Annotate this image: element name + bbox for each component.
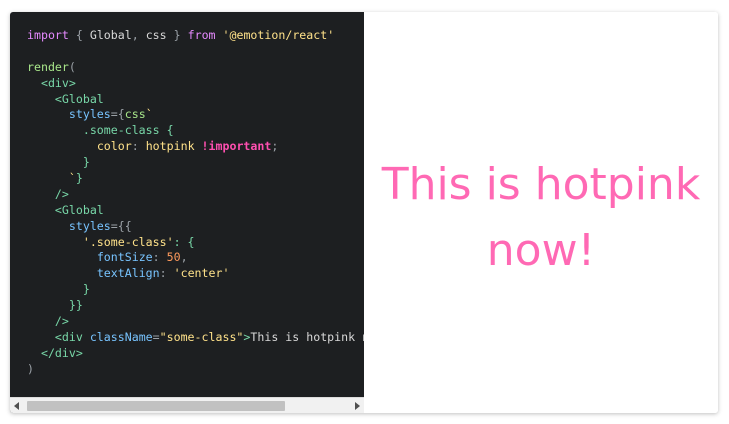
jsx-tag: <Global	[54, 202, 104, 217]
object-key: fontSize	[96, 250, 153, 265]
jsx-tag: />	[54, 314, 69, 329]
code-line-21: </div>	[27, 346, 364, 362]
punctuation: )	[27, 361, 34, 376]
punctuation: (	[68, 59, 76, 74]
code-line-15: fontSize: 50,	[27, 250, 364, 266]
code-line-18: }}	[27, 298, 364, 314]
code-line-17: }	[27, 282, 364, 298]
punctuation: :	[131, 139, 146, 154]
jsx-text: This is hotpink n	[250, 329, 364, 344]
code-line-5: <Global	[27, 92, 364, 108]
code-line-8: color: hotpink !important;	[27, 139, 364, 155]
live-code-example: import { Global, css } from '@emotion/re…	[10, 12, 718, 413]
css-brace: }	[82, 155, 90, 170]
code-line-7: .some-class {	[27, 123, 364, 139]
css-selector: .some-class {	[82, 123, 174, 138]
punctuation: }	[166, 28, 188, 42]
punctuation: =	[152, 329, 160, 344]
punctuation	[216, 28, 223, 42]
css-value: hotpink	[145, 139, 195, 154]
code-line-16: textAlign: 'center'	[27, 266, 364, 282]
code-content[interactable]: import { Global, css } from '@emotion/re…	[27, 28, 364, 378]
code-line-9: }	[27, 155, 364, 171]
jsx-attribute: className	[89, 329, 153, 344]
code-line-14: '.some-class': {	[27, 235, 364, 251]
jsx-tag: </div>	[40, 345, 83, 360]
live-preview: This is hotpink now!	[364, 12, 718, 413]
code-line-20: <div className="some-class">This is hotp…	[27, 330, 364, 346]
identifier-css: css	[145, 28, 167, 42]
punctuation: :	[159, 266, 174, 281]
jsx-tag: <Global	[54, 91, 104, 106]
code-line-1: import { Global, css } from '@emotion/re…	[27, 28, 364, 44]
template-literal: `	[68, 171, 76, 186]
scrollbar-thumb[interactable]	[27, 401, 285, 411]
punctuation: ={{	[110, 218, 132, 233]
preview-text: This is hotpink now!	[381, 159, 701, 276]
code-line-12: <Global	[27, 203, 364, 219]
css-important: !important	[201, 139, 272, 154]
string-literal: "some-class"	[159, 329, 244, 344]
jsx-tag: <div>	[40, 75, 76, 90]
keyword-import: import	[27, 28, 69, 42]
function-render: render	[27, 59, 69, 74]
object-brace: }}	[68, 298, 83, 313]
code-line-6: styles={css`	[27, 107, 364, 123]
jsx-tag: />	[54, 186, 69, 201]
scroll-left-arrow-icon[interactable]	[14, 402, 19, 410]
object-brace: }	[82, 282, 90, 297]
punctuation: {	[68, 28, 90, 42]
punctuation: ,	[131, 28, 146, 42]
string-selector: '.some-class'	[82, 234, 174, 249]
string-literal: 'center'	[173, 266, 230, 281]
code-line-11: />	[27, 187, 364, 203]
code-editor[interactable]: import { Global, css } from '@emotion/re…	[10, 12, 364, 413]
code-line-19: />	[27, 314, 364, 330]
punctuation: :	[152, 250, 167, 265]
code-line-22: )	[27, 362, 364, 378]
punctuation: ={	[110, 107, 125, 122]
punctuation: }	[75, 171, 83, 186]
code-line-10: `}	[27, 171, 364, 187]
template-literal: `	[145, 107, 153, 122]
scroll-right-arrow-icon[interactable]	[355, 402, 360, 410]
keyword-from: from	[187, 28, 216, 42]
identifier-css: css	[124, 107, 146, 122]
punctuation: : {	[173, 234, 195, 249]
code-line-4: <div>	[27, 76, 364, 92]
jsx-attribute: styles	[68, 218, 111, 233]
css-property: color	[96, 139, 132, 154]
code-line-13: styles={{	[27, 219, 364, 235]
code-line-3: render(	[27, 60, 364, 76]
number-literal: 50	[166, 250, 181, 265]
string-module: '@emotion/react'	[222, 28, 335, 42]
horizontal-scrollbar[interactable]	[10, 397, 364, 413]
jsx-tag: <div	[54, 329, 90, 344]
object-key: textAlign	[96, 266, 160, 281]
punctuation: ,	[180, 250, 188, 265]
jsx-attribute: styles	[68, 107, 111, 122]
identifier-global: Global	[89, 28, 132, 42]
punctuation: ;	[271, 139, 279, 154]
